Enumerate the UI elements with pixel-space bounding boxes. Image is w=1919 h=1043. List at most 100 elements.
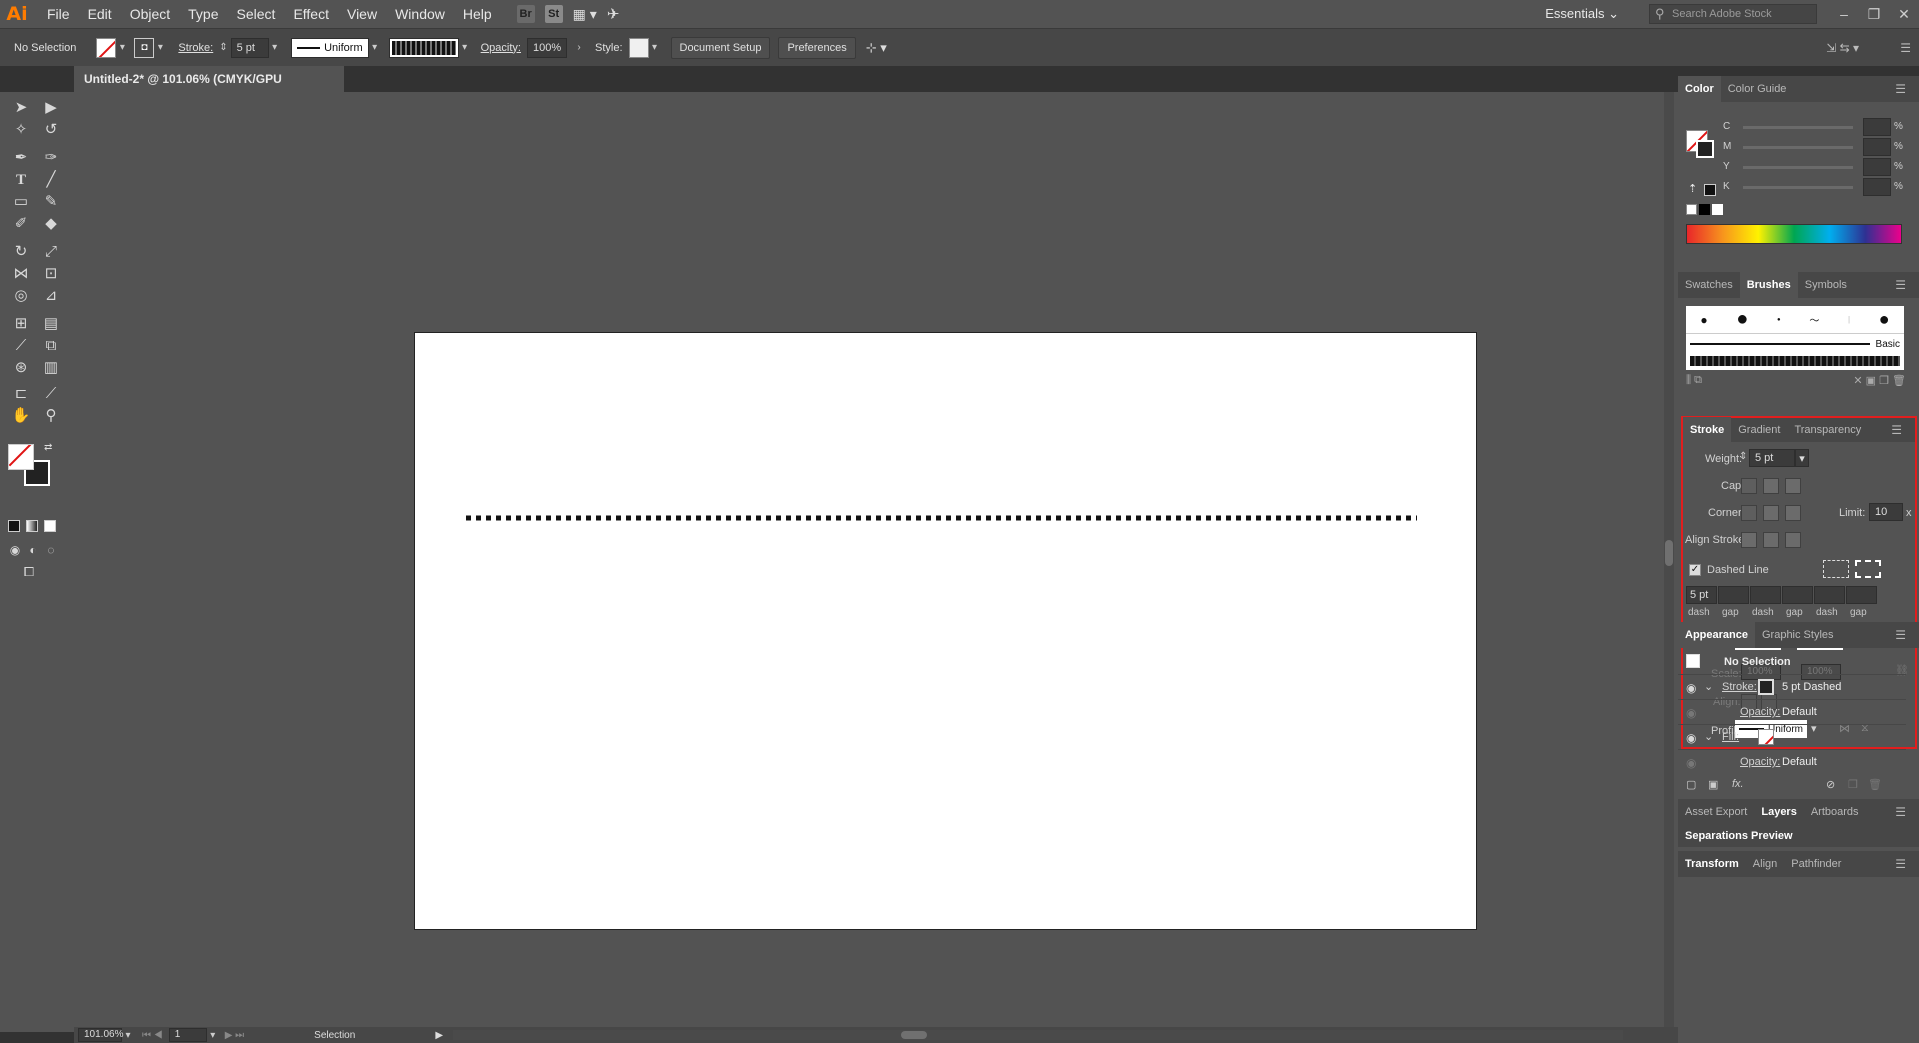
panel-menu-icon[interactable]: ☰ <box>1888 622 1913 648</box>
brush-dot-large-icon[interactable]: ● <box>1736 308 1748 331</box>
magic-wand-icon[interactable]: ✧ <box>10 120 32 140</box>
opacity-row-label[interactable]: Opacity: <box>1740 756 1780 768</box>
scroll-thumb[interactable] <box>901 1031 928 1039</box>
fx-icon[interactable]: fx. <box>1732 778 1744 790</box>
tab-transform[interactable]: Transform <box>1678 858 1746 870</box>
brush-stroke-icon[interactable]: 〜 <box>1809 312 1819 327</box>
status-menu-icon[interactable]: ▶ <box>435 1030 443 1041</box>
menu-object[interactable]: Object <box>121 0 179 28</box>
channel-slider[interactable] <box>1743 126 1853 129</box>
line-tool-icon[interactable]: ╱ <box>40 170 62 190</box>
tab-artboards[interactable]: Artboards <box>1804 806 1866 818</box>
eye-icon[interactable]: ◉ <box>1686 731 1696 745</box>
brush-dot-tiny-icon[interactable]: ● <box>1777 317 1781 323</box>
color-stroke-swatch[interactable] <box>1696 140 1714 158</box>
chevron-right-icon[interactable]: › <box>573 42 585 53</box>
dash-input-2[interactable] <box>1750 586 1781 604</box>
panel-menu-icon[interactable]: ☰ <box>1884 417 1909 443</box>
none-icon[interactable] <box>44 520 56 532</box>
color-icon[interactable] <box>8 520 20 532</box>
scroll-thumb[interactable] <box>1665 540 1673 566</box>
clear-appearance-icon[interactable]: ⊘ <box>1826 778 1835 791</box>
menu-window[interactable]: Window <box>386 0 454 28</box>
dash-input-1[interactable]: 5 pt <box>1686 586 1717 604</box>
bevel-join-icon[interactable] <box>1785 505 1801 521</box>
channel-input[interactable] <box>1863 178 1891 196</box>
projecting-cap-icon[interactable] <box>1785 478 1801 494</box>
swap-fill-stroke-icon[interactable]: ⇄ <box>44 442 52 453</box>
stepper-icon[interactable]: ⇕ <box>219 42 227 53</box>
align-inside-icon[interactable] <box>1763 532 1779 548</box>
tab-symbols[interactable]: Symbols <box>1798 272 1854 298</box>
tab-transparency[interactable]: Transparency <box>1787 417 1868 443</box>
fill-box[interactable] <box>8 444 34 470</box>
panel-menu-icon[interactable]: ☰ <box>1888 76 1913 102</box>
direct-selection-tool-icon[interactable]: ▶ <box>40 98 62 118</box>
scale-tool-icon[interactable]: ⤢ <box>40 242 62 262</box>
round-cap-icon[interactable] <box>1763 478 1779 494</box>
type-tool-icon[interactable]: T <box>10 170 32 190</box>
graphic-style-swatch[interactable] <box>628 37 649 58</box>
black-swatch[interactable] <box>1699 204 1710 215</box>
stroke-row-label[interactable]: Stroke: <box>1722 681 1757 693</box>
draw-inside-icon[interactable]: ◌ <box>40 540 62 560</box>
stock-icon[interactable]: St <box>544 5 563 23</box>
chevron-down-icon[interactable]: ▾ <box>369 42 381 53</box>
menu-help[interactable]: Help <box>454 0 501 28</box>
appearance-stroke-row[interactable]: ◉ ⌄ Stroke: 5 pt Dashed <box>1678 674 1906 699</box>
menu-view[interactable]: View <box>338 0 386 28</box>
gap-input-2[interactable] <box>1782 586 1813 604</box>
round-join-icon[interactable] <box>1763 505 1779 521</box>
rectangle-tool-icon[interactable]: ▭ <box>10 192 32 212</box>
eraser-icon[interactable]: ◆ <box>40 214 62 234</box>
fill-row-swatch[interactable] <box>1758 729 1774 745</box>
gpu-performance-icon[interactable]: ✈ <box>607 5 620 23</box>
preserve-dash-icon[interactable] <box>1823 560 1849 578</box>
canvas-area[interactable] <box>74 92 1678 1027</box>
free-transform-icon[interactable]: ⊡ <box>40 264 62 284</box>
chevron-down-icon[interactable]: ⌄ <box>1704 730 1713 743</box>
artboard[interactable] <box>414 332 1477 930</box>
tab-asset-export[interactable]: Asset Export <box>1678 806 1754 818</box>
fill-swatch[interactable] <box>96 37 117 58</box>
panel-menu-icon[interactable]: ☰ <box>1888 272 1913 298</box>
tab-swatches[interactable]: Swatches <box>1678 272 1740 298</box>
opacity-row-label[interactable]: Opacity: <box>1740 706 1780 718</box>
weight-dropdown[interactable]: ▾ <box>1795 449 1809 467</box>
screen-mode-icon[interactable]: ⧠ <box>18 562 40 582</box>
stroke-weight-input[interactable]: 5 pt <box>230 37 269 58</box>
graph-tool-icon[interactable]: ▥ <box>40 358 62 378</box>
tab-gradient[interactable]: Gradient <box>1731 417 1787 443</box>
restore-icon[interactable]: ❐ <box>1859 6 1889 23</box>
add-fill-icon[interactable]: ▣ <box>1708 778 1718 791</box>
eye-icon[interactable]: ◉ <box>1686 706 1696 720</box>
white-swatch[interactable] <box>1712 204 1723 215</box>
gradient-icon[interactable] <box>26 520 38 532</box>
shaper-tool-icon[interactable]: ✐ <box>10 214 32 234</box>
menu-file[interactable]: File <box>38 0 79 28</box>
close-window-icon[interactable]: ✕ <box>1889 6 1919 23</box>
width-tool-icon[interactable]: ⋈ <box>10 264 32 284</box>
stroke-row-value[interactable]: 5 pt Dashed <box>1782 681 1841 693</box>
stroke-swatch[interactable]: ◘ <box>134 37 155 58</box>
artboard-tool-icon[interactable]: ⊏ <box>10 384 32 404</box>
align-icon[interactable]: ⇲ ⇆ ▾ <box>1826 41 1859 55</box>
lasso-icon[interactable]: ↺ <box>40 120 62 140</box>
tab-stroke[interactable]: Stroke <box>1683 417 1732 443</box>
brush-charcoal-row[interactable] <box>1690 356 1900 366</box>
channel-slider[interactable] <box>1743 146 1853 149</box>
panel-menu-icon[interactable]: ☰ <box>1900 41 1911 55</box>
stroke-row-swatch[interactable] <box>1758 679 1774 695</box>
bridge-icon[interactable]: Br <box>516 5 535 23</box>
color-spectrum[interactable] <box>1686 224 1902 244</box>
preferences-button[interactable]: Preferences <box>778 36 856 59</box>
channel-slider[interactable] <box>1743 166 1853 169</box>
fill-row-label[interactable]: Fill: <box>1722 731 1739 743</box>
mesh-tool-icon[interactable]: ⊞ <box>10 314 32 334</box>
zoom-tool-icon[interactable]: ⚲ <box>40 406 62 426</box>
channel-input[interactable] <box>1863 118 1891 136</box>
brush-dot-large-icon[interactable]: ● <box>1879 309 1890 330</box>
fill-stroke-widget[interactable]: ⇄ <box>8 442 58 492</box>
artboard-number-input[interactable]: 1 <box>168 1028 207 1042</box>
opacity-input[interactable]: 100% <box>526 37 567 58</box>
